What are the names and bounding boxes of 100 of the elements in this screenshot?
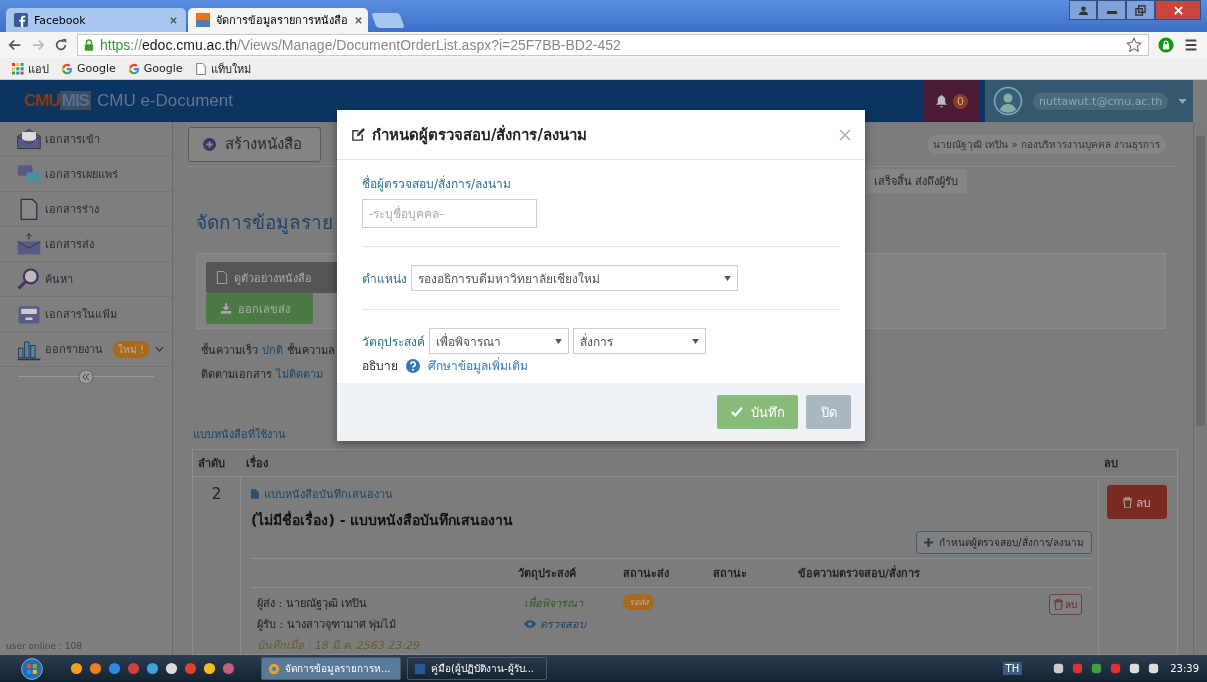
tab-title: Facebook bbox=[34, 13, 87, 27]
create-button[interactable]: สร้างหนังสือ bbox=[188, 126, 321, 162]
inbox-icon bbox=[16, 127, 42, 151]
document-icon bbox=[216, 271, 228, 284]
help-icon[interactable] bbox=[406, 358, 420, 373]
restore-icon bbox=[1135, 4, 1146, 16]
receiver-text: ผู้รับ : นางสาวจุฑามาศ พุ่มไม้ bbox=[257, 617, 398, 633]
column-header: สถานะ bbox=[713, 566, 748, 582]
position-select[interactable]: รองอธิการบดีมหาวิทยาลัยเชียงใหม่ bbox=[411, 265, 738, 291]
search-icon bbox=[16, 267, 42, 291]
delete-button[interactable]: ลบ bbox=[1049, 594, 1082, 615]
name-field[interactable]: -ระบุชื่อบุคคล- bbox=[362, 199, 537, 228]
bookmark[interactable]: Google bbox=[61, 62, 116, 75]
taskbar-button[interactable]: จัดการข้อมูลรายการห... bbox=[261, 657, 401, 680]
info-label: ชั้นความเร็ว bbox=[201, 342, 258, 359]
avatar-icon bbox=[993, 86, 1023, 116]
tray-icon[interactable] bbox=[1052, 662, 1066, 675]
bookmark[interactable]: แท็บใหม่ bbox=[194, 59, 251, 78]
review-link[interactable]: ตรวจสอบ bbox=[524, 615, 623, 633]
star-icon[interactable] bbox=[1126, 37, 1142, 53]
tray-icon[interactable] bbox=[1147, 662, 1161, 675]
user-menu[interactable]: nuttawut.t@cmu.ac.th bbox=[985, 80, 1193, 122]
sidebar-item[interactable]: เอกสารในแฟ้ม bbox=[0, 297, 172, 332]
new-tab-button[interactable] bbox=[371, 13, 405, 28]
trash-icon bbox=[1054, 599, 1063, 610]
minimize-icon bbox=[1106, 11, 1117, 14]
taskbar-button[interactable]: คู่มือ(ผู้ปฏิบัติงาน-ผู้รับ... bbox=[407, 657, 547, 680]
template-link[interactable]: แบบหนังสือบันทึกเสนองาน bbox=[251, 485, 1092, 503]
chevron-down-icon[interactable] bbox=[155, 346, 164, 352]
trash-icon bbox=[1123, 496, 1132, 508]
close-icon[interactable] bbox=[169, 15, 178, 25]
app-icon[interactable] bbox=[203, 662, 216, 675]
lock-icon bbox=[84, 39, 94, 51]
field-label: ชื่อผู้ตรวจสอบ/สั่งการ/ลงนาม bbox=[362, 174, 513, 193]
purpose-select[interactable]: เพื่อพิจารณา bbox=[429, 328, 569, 354]
close-button[interactable]: ปิด bbox=[806, 395, 851, 429]
plus-circle-icon bbox=[203, 137, 216, 151]
lock-badge-icon[interactable] bbox=[1158, 37, 1174, 53]
check-icon bbox=[730, 407, 743, 417]
sender-text: ผู้ส่ง : นายณัฐวุฒิ เทปิน bbox=[257, 596, 369, 612]
assign-button[interactable]: กำหนดผู้ตรวจสอบ/สั่งการ/ลงนาม bbox=[916, 531, 1092, 554]
browser-tab[interactable]: จัดการข้อมูลรายการหนังสือ bbox=[188, 8, 368, 32]
g-logo-icon bbox=[61, 62, 73, 75]
collapse-icon[interactable] bbox=[78, 369, 94, 385]
browser-tab[interactable]: Facebook bbox=[6, 8, 186, 32]
page-icon bbox=[194, 62, 207, 75]
app-icon[interactable] bbox=[70, 662, 83, 675]
section-heading: แบบหนังสือที่ใช้งาน bbox=[193, 425, 287, 443]
close-icon[interactable] bbox=[354, 15, 363, 25]
issue-number-button[interactable]: ออกเลขส่ง bbox=[206, 293, 313, 324]
sidebar-item[interactable]: เอกสารส่ง bbox=[0, 227, 172, 262]
dropdown-icon bbox=[555, 338, 562, 344]
start-button[interactable] bbox=[20, 656, 44, 681]
bookmark[interactable]: Google bbox=[127, 62, 183, 75]
language-indicator[interactable]: TH bbox=[1002, 662, 1023, 675]
page-title: จัดการข้อมูลราย bbox=[196, 210, 333, 236]
dropdown-icon bbox=[692, 338, 699, 344]
sidebar-label: ค้นหา bbox=[45, 272, 73, 288]
action-select[interactable]: สั่งการ bbox=[573, 328, 706, 354]
app-logo-icon bbox=[196, 13, 210, 27]
status-tab[interactable]: เสร็จสิ้น ส่งถึงผู้รับ bbox=[866, 169, 967, 193]
column-header: ข้อความตรวจสอบ/สั่งการ bbox=[798, 564, 922, 582]
app-icon[interactable] bbox=[89, 662, 102, 675]
app-icon[interactable] bbox=[146, 662, 159, 675]
column-header: ลำดับ bbox=[197, 456, 226, 472]
restore-button[interactable] bbox=[1126, 0, 1155, 20]
breadcrumb: นายณัฐวุฒิ เทปิน » กองบริหารงานบุคคล งานธุรการ bbox=[927, 134, 1166, 154]
profile-button[interactable] bbox=[1069, 0, 1097, 20]
app-icon[interactable] bbox=[165, 662, 178, 675]
reload-icon[interactable] bbox=[54, 38, 68, 52]
save-button[interactable]: บันทึก bbox=[717, 395, 798, 429]
document-icon bbox=[414, 662, 426, 675]
download-icon bbox=[220, 302, 232, 315]
tray-icon[interactable] bbox=[1128, 662, 1142, 675]
minimize-button[interactable] bbox=[1097, 0, 1126, 20]
plus-icon bbox=[924, 538, 934, 547]
apps-grid-icon bbox=[12, 62, 24, 75]
bell-icon bbox=[934, 93, 949, 109]
back-icon[interactable] bbox=[8, 38, 22, 52]
clock: 23:39 bbox=[1170, 663, 1199, 674]
sidebar-item[interactable]: ค้นหา bbox=[0, 262, 172, 297]
sidebar-item[interactable]: เอกสารเข้า bbox=[0, 122, 172, 157]
info-label: ชั้นความล bbox=[287, 342, 335, 359]
notification-button[interactable]: 0 bbox=[923, 80, 979, 122]
status-badge: รอส่ง bbox=[623, 594, 654, 610]
document-icon bbox=[251, 489, 259, 499]
sidebar-label: ออกรายงาน bbox=[45, 342, 103, 358]
close-button[interactable] bbox=[1155, 0, 1201, 20]
address-field[interactable]: https://edoc.cmu.ac.th/Views/Manage/DocumentOrderList.aspx?i=25F7BB-BD2-452 bbox=[77, 34, 1149, 56]
menu-icon[interactable] bbox=[1183, 37, 1199, 53]
preview-button[interactable]: ดูตัวอย่างหนังสือ bbox=[206, 262, 338, 293]
scrollbar[interactable] bbox=[1193, 122, 1207, 655]
edit-icon bbox=[351, 127, 366, 142]
sidebar-item[interactable]: เอกสารร่าง bbox=[0, 192, 172, 227]
delete-button[interactable]: ลบ bbox=[1107, 485, 1167, 519]
sidebar-item[interactable]: เอกสารเผยแพร่ bbox=[0, 157, 172, 192]
bookmark[interactable]: แอป bbox=[12, 59, 49, 78]
more-info-link[interactable]: ศึกษาข้อมูลเพิ่มเติม bbox=[428, 356, 528, 375]
notification-count: 0 bbox=[953, 93, 968, 109]
tray-icon[interactable] bbox=[1090, 662, 1104, 675]
